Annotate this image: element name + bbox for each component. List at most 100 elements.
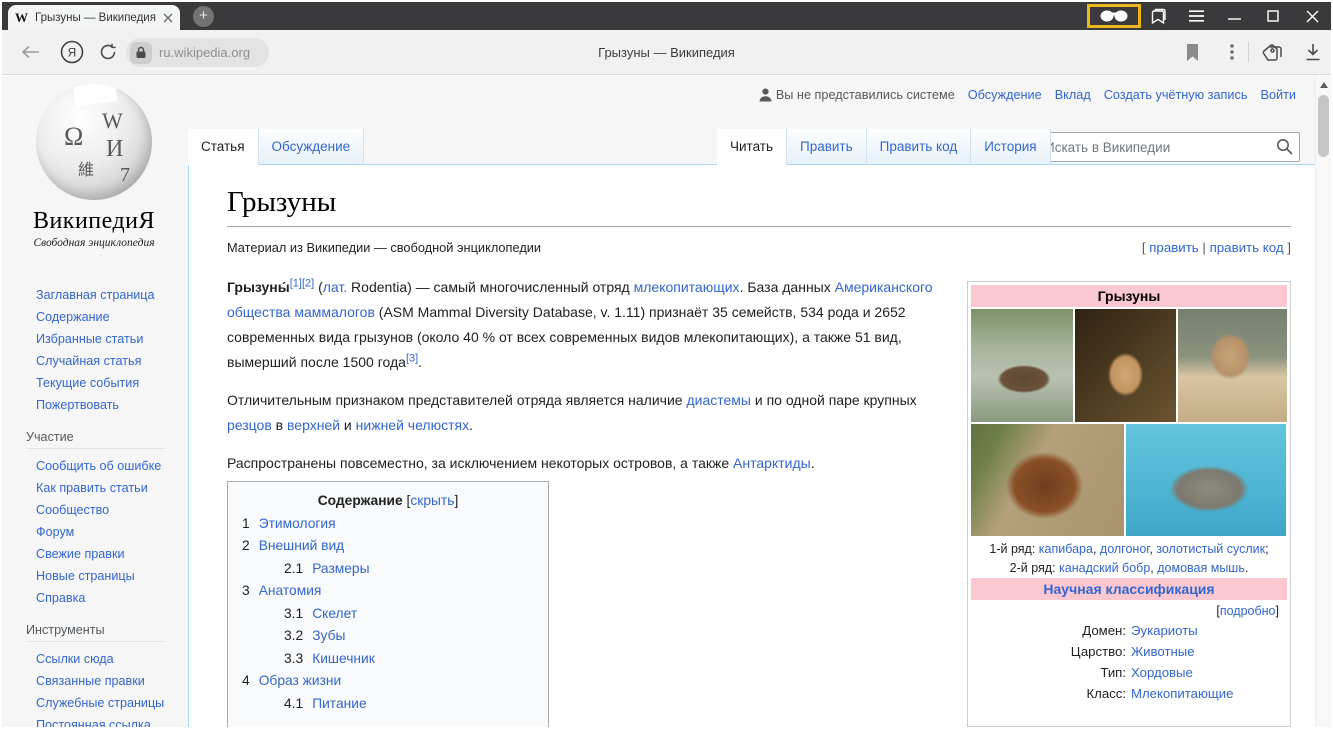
text-link[interactable]: править xyxy=(1149,240,1199,255)
toc-item-link[interactable]: Образ жизни xyxy=(259,673,342,688)
animal-image[interactable] xyxy=(971,309,1073,422)
view-tab[interactable]: Править xyxy=(787,129,867,165)
sidebar-link[interactable]: Сообщить об ошибке xyxy=(36,455,188,477)
personal-link[interactable]: Создать учётную запись xyxy=(1104,88,1248,102)
text-link[interactable]: Антарктиды xyxy=(733,455,811,471)
animal-image[interactable] xyxy=(1126,424,1286,536)
sidebar-link[interactable]: Случайная статья xyxy=(36,350,188,372)
sidebar-link[interactable]: Сообщество xyxy=(36,499,188,521)
toc-item-number: 3.2 xyxy=(284,628,303,643)
text-link[interactable]: резцов xyxy=(227,417,272,433)
toc-item-link[interactable]: Скелет xyxy=(312,606,357,621)
animal-image[interactable] xyxy=(1075,309,1176,422)
sidebar-link[interactable]: Содержание xyxy=(36,306,188,328)
text-link[interactable]: править код xyxy=(1210,240,1284,255)
reference-link[interactable]: [3] xyxy=(406,352,418,364)
personal-link[interactable]: Обсуждение xyxy=(968,88,1042,102)
toc-item-link[interactable]: Анатомия xyxy=(259,583,322,598)
text-link[interactable]: млекопитающих xyxy=(634,279,740,295)
toc-item[interactable]: 2.1 Размеры xyxy=(236,561,540,576)
text-link[interactable]: диастемы xyxy=(686,392,751,408)
text-link[interactable]: подробно xyxy=(1220,604,1276,618)
collections-icon[interactable] xyxy=(1258,30,1286,74)
animal-image[interactable] xyxy=(1178,309,1287,422)
sidebar-link[interactable]: Свежие правки xyxy=(36,543,188,565)
toc-item[interactable]: 1 Этимология xyxy=(236,516,540,531)
text-link[interactable]: нижней челюстях xyxy=(356,417,469,433)
text-link[interactable]: золотистый суслик xyxy=(1156,542,1265,556)
sidebar-link[interactable]: Связанные правки xyxy=(36,670,188,692)
browser-tab[interactable]: W Грызуны — Википедия xyxy=(8,5,180,30)
toc-item-link[interactable]: Кишечник xyxy=(312,651,375,666)
taxon-link[interactable]: Эукариоты xyxy=(1131,620,1198,641)
taxon-link[interactable]: Животные xyxy=(1131,641,1195,662)
lock-icon[interactable] xyxy=(130,42,152,64)
sidebar-link[interactable]: Текущие события xyxy=(36,372,188,394)
tab-close-icon[interactable] xyxy=(163,13,173,23)
taxon-link[interactable]: Хордовые xyxy=(1131,662,1193,683)
reference-link[interactable]: [2] xyxy=(302,277,314,289)
menu-icon[interactable] xyxy=(1186,2,1206,30)
scroll-up-arrow-icon[interactable] xyxy=(1320,82,1328,88)
toc-item-link[interactable]: Зубы xyxy=(312,628,345,643)
classification-header-link[interactable]: Научная классификация xyxy=(971,578,1287,600)
namespace-tab[interactable]: Статья xyxy=(188,129,259,165)
minimize-icon[interactable] xyxy=(1224,2,1244,30)
sidebar-link[interactable]: Справка xyxy=(36,587,188,609)
new-tab-button[interactable]: + xyxy=(193,6,214,27)
toc-item[interactable]: 3 Анатомия xyxy=(236,583,540,598)
bookmark-flag-icon[interactable] xyxy=(1182,30,1202,74)
sidebar-link[interactable]: Постоянная ссылка xyxy=(36,714,188,727)
search-input[interactable] xyxy=(1035,132,1300,162)
sidebar-link[interactable]: Заглавная страница xyxy=(36,284,188,306)
scrollbar-thumb[interactable] xyxy=(1318,95,1329,157)
toc-item-link[interactable]: Размеры xyxy=(312,561,369,576)
taxon-link[interactable]: Млекопитающие xyxy=(1131,683,1233,704)
sidebar-link[interactable]: Ссылки сюда xyxy=(36,648,188,670)
sidebar-link[interactable]: Новые страницы xyxy=(36,565,188,587)
toc-item-link[interactable]: Этимология xyxy=(259,516,336,531)
maximize-icon[interactable] xyxy=(1263,2,1283,30)
toc-item[interactable]: 4.1 Питание xyxy=(236,696,540,711)
toc-item[interactable]: 3.1 Скелет xyxy=(236,606,540,621)
address-bar[interactable]: ru.wikipedia.org xyxy=(126,38,269,67)
more-options-icon[interactable] xyxy=(1224,30,1240,74)
refresh-icon[interactable] xyxy=(94,30,122,74)
view-tab[interactable]: Править код xyxy=(867,129,972,165)
page-scrollbar[interactable] xyxy=(1315,76,1331,727)
text-link[interactable]: верхней xyxy=(287,417,340,433)
text-link[interactable]: капибара xyxy=(1039,542,1093,556)
sidebar-link[interactable]: Пожертвовать xyxy=(36,394,188,416)
toc-item-link[interactable]: Питание xyxy=(312,696,366,711)
text-link[interactable]: канадский бобр xyxy=(1059,561,1150,575)
search-icon[interactable] xyxy=(1276,138,1293,155)
yandex-icon[interactable]: Я xyxy=(58,30,86,74)
view-tab[interactable]: Читать xyxy=(717,129,787,165)
sidebar-link[interactable]: Избранные статьи xyxy=(36,328,188,350)
text-span: ( xyxy=(314,279,323,295)
wikipedia-logo[interactable]: ΩWИ維7 ВикипедиЯ Свободная энциклопедия xyxy=(8,84,180,249)
side-panel-icon[interactable] xyxy=(1147,2,1169,30)
close-icon[interactable] xyxy=(1302,2,1322,30)
text-link[interactable]: лат. xyxy=(323,279,347,295)
toc-item[interactable]: 3.3 Кишечник xyxy=(236,651,540,666)
toc-item[interactable]: 2 Внешний вид xyxy=(236,538,540,553)
sidebar-link[interactable]: Служебные страницы xyxy=(36,692,188,714)
view-tab[interactable]: История xyxy=(971,129,1050,165)
download-icon[interactable] xyxy=(1302,30,1324,74)
reference-link[interactable]: [1] xyxy=(290,277,302,289)
personal-link[interactable]: Войти xyxy=(1260,88,1296,102)
namespace-tab[interactable]: Обсуждение xyxy=(259,129,365,165)
text-link[interactable]: скрыть xyxy=(410,493,454,508)
animal-image[interactable] xyxy=(971,424,1124,536)
text-link[interactable]: домовая мышь xyxy=(1157,561,1245,575)
back-icon[interactable] xyxy=(16,30,44,74)
sidebar-link[interactable]: Форум xyxy=(36,521,188,543)
toc-item[interactable]: 4 Образ жизни xyxy=(236,673,540,688)
personal-link[interactable]: Вклад xyxy=(1055,88,1091,102)
incognito-glasses-icon-highlighted[interactable] xyxy=(1087,4,1141,28)
text-link[interactable]: долгоног xyxy=(1100,542,1149,556)
sidebar-link[interactable]: Как править статьи xyxy=(36,477,188,499)
toc-item-link[interactable]: Внешний вид xyxy=(259,538,345,553)
toc-item[interactable]: 3.2 Зубы xyxy=(236,628,540,643)
